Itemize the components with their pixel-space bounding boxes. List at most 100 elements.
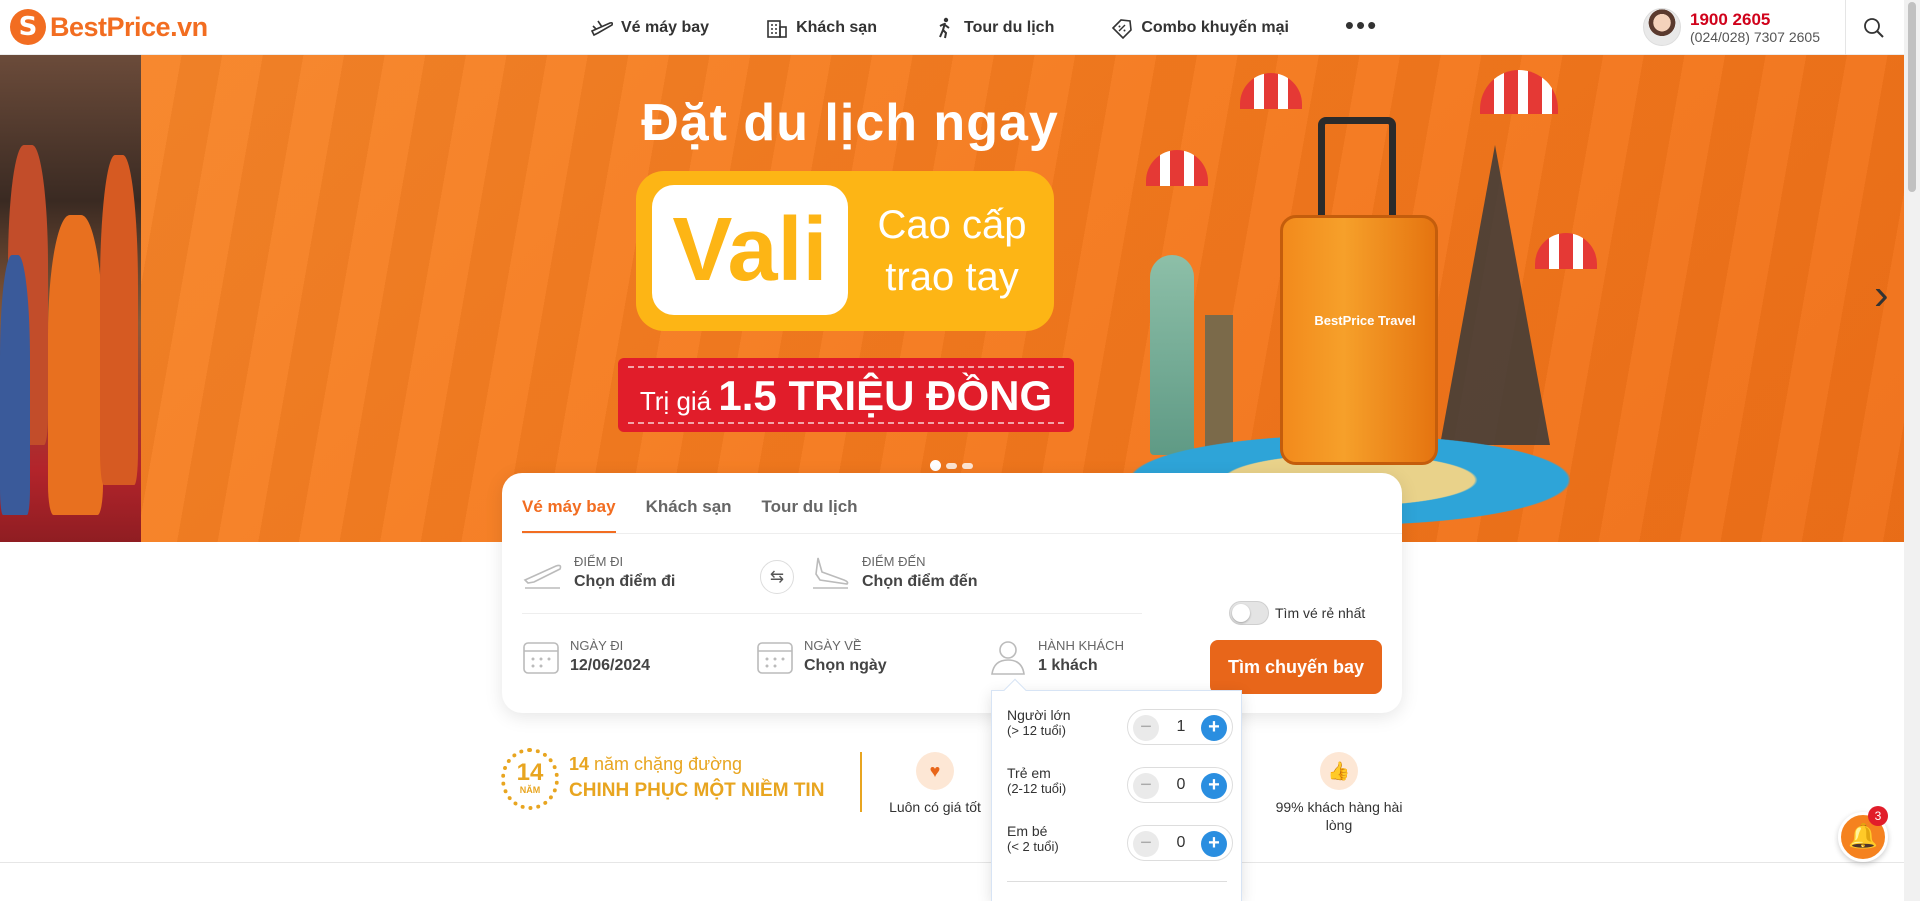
origin-label: ĐIỂM ĐI [574, 554, 624, 569]
landing-icon [813, 557, 849, 589]
stepper-value: 0 [1176, 776, 1186, 793]
minus-icon[interactable]: − [1133, 831, 1159, 857]
vali-text: Vali [652, 185, 848, 315]
hotline[interactable]: 1900 2605 (024/028) 7307 2605 [1643, 8, 1820, 46]
suitcase-illustration [1280, 215, 1438, 465]
stepper-value: 0 [1176, 834, 1186, 851]
team-photo [0, 55, 141, 542]
carousel-dot[interactable] [962, 462, 973, 469]
depart-label: NGÀY ĐI [570, 638, 624, 653]
laurel-icon: 14 NĂM [501, 748, 559, 810]
header-divider [1845, 0, 1846, 55]
laurel-number: 14 [516, 759, 544, 786]
passenger-value: 1 khách [1038, 657, 1098, 674]
origin-field[interactable]: ĐIỂM ĐI Chọn điểm đi [522, 553, 675, 593]
stepper-value: 1 [1176, 718, 1186, 735]
vali-promo-box: Vali Cao cấp trao tay [636, 171, 1054, 331]
page-scrollbar[interactable] [1904, 0, 1920, 901]
feature-satisfaction: 👍 99% khách hàng hài lòng [1270, 752, 1408, 834]
tabs-divider [522, 533, 1402, 534]
banner-headline: Đặt du lịch ngay [641, 94, 1059, 152]
calendar-icon [757, 642, 793, 674]
avatar [1643, 8, 1681, 46]
feature-best-price: ♥ Luôn có giá tốt [880, 752, 990, 816]
logo[interactable]: BestPrice.vn [10, 9, 208, 45]
eiffel-tower-illustration [1440, 145, 1550, 445]
tab-flights[interactable]: Vé máy bay [522, 497, 616, 534]
minus-icon[interactable]: − [1133, 715, 1159, 741]
laurel-caption: NĂM [519, 785, 541, 795]
calendar-icon [523, 642, 559, 674]
feature-divider [860, 752, 862, 812]
quantity-stepper: − 0 + [1127, 767, 1233, 803]
depart-value: 12/06/2024 [570, 657, 651, 674]
carousel-dot[interactable] [946, 462, 957, 469]
anniversary-slogan: CHINH PHỤC MỘT NIỀM TIN [569, 780, 825, 801]
cheapest-toggle-group: Tìm vé rẻ nhất [1229, 601, 1365, 625]
notification-count-badge: 3 [1868, 806, 1888, 826]
chevron-right-icon[interactable]: › [1874, 273, 1889, 317]
vali-caption-line1: Cao cấp [877, 203, 1027, 247]
plus-icon[interactable]: + [1201, 831, 1227, 857]
passenger-row-adult: Người lớn (> 12 tuổi) − 1 + [1007, 707, 1233, 757]
more-menu-icon[interactable]: ••• [1345, 10, 1378, 41]
passenger-row-child: Trẻ em (2-12 tuổi) − 0 + [1007, 765, 1233, 815]
logo-text: BestPrice.vn [50, 11, 208, 42]
nav-item-tours[interactable]: Tour du lịch [933, 17, 1054, 39]
tab-hotels[interactable]: Khách sạn [646, 497, 732, 534]
price-text: Trị giá 1.5 TRIỆU ĐỒNG [618, 372, 1074, 420]
plus-icon[interactable]: + [1201, 773, 1227, 799]
passenger-dropdown: Người lớn (> 12 tuổi) − 1 + Trẻ em (2-12… [991, 690, 1242, 901]
passenger-field[interactable]: HÀNH KHÁCH 1 khách [988, 637, 1124, 677]
anniversary-line1: 14 năm chặng đường [569, 752, 824, 776]
nav-item-flights[interactable]: Vé máy bay [590, 17, 709, 39]
statue-of-liberty-illustration [1150, 255, 1194, 455]
tab-tours[interactable]: Tour du lịch [762, 497, 858, 534]
hotline-secondary: (024/028) 7307 2605 [1690, 28, 1820, 45]
passenger-label: HÀNH KHÁCH [1038, 638, 1124, 653]
destination-label: ĐIỂM ĐẾN [862, 554, 926, 569]
price-value: 1.5 TRIỆU ĐỒNG [718, 372, 1053, 419]
hotel-icon [767, 19, 787, 38]
feature-label: Luôn có giá tốt [889, 799, 981, 815]
price-ribbon: Trị giá 1.5 TRIỆU ĐỒNG [618, 358, 1074, 432]
vali-caption-line2: trao tay [885, 255, 1019, 299]
site-header: BestPrice.vn Vé máy bay Khách sạn Tour d… [0, 0, 1904, 55]
nav-item-combo[interactable]: Combo khuyến mại [1110, 17, 1289, 39]
anniversary-badge: 14 NĂM 14 năm chặng đường CHINH PHỤC MỘT… [501, 748, 824, 810]
vali-caption: Cao cấp trao tay [862, 199, 1042, 303]
carousel-dots [930, 460, 973, 471]
anniversary-years: 14 [569, 754, 590, 774]
plane-icon [590, 20, 614, 36]
hero-banner[interactable]: Đặt du lịch ngay Vali Cao cấp trao tay T… [0, 55, 1904, 542]
destination-field[interactable]: ĐIỂM ĐẾN Chọn điểm đến [810, 553, 978, 593]
user-icon [991, 641, 1025, 675]
feature-label: 99% khách hàng hài lòng [1275, 799, 1403, 833]
price-prefix: Trị giá [639, 386, 712, 416]
search-tabs: Vé máy bay Khách sạn Tour du lịch [522, 497, 858, 534]
search-icon[interactable] [1862, 16, 1886, 40]
nav-label: Combo khuyến mại [1141, 18, 1289, 36]
origin-value: Chọn điểm đi [574, 573, 676, 590]
suitcase-handle [1318, 117, 1396, 219]
carousel-dot[interactable] [930, 460, 941, 471]
depart-date-field[interactable]: NGÀY ĐI 12/06/2024 [522, 637, 650, 677]
cheapest-toggle[interactable] [1229, 601, 1269, 625]
quantity-stepper: − 0 + [1127, 825, 1233, 861]
scrollbar-thumb[interactable] [1908, 2, 1916, 192]
discount-tag-icon [1112, 18, 1133, 39]
swap-icon[interactable]: ⇆ [760, 560, 794, 594]
return-date-field[interactable]: NGÀY VỀ Chọn ngày [756, 637, 887, 677]
nav-label: Khách sạn [796, 18, 877, 36]
row-divider [522, 613, 1142, 614]
search-flights-button[interactable]: Tìm chuyến bay [1210, 640, 1382, 694]
nav-item-hotels[interactable]: Khách sạn [765, 17, 877, 39]
hotline-number[interactable]: 1900 2605 [1690, 10, 1820, 29]
quantity-stepper: − 1 + [1127, 709, 1233, 745]
nav-label: Vé máy bay [621, 18, 710, 36]
price-tag-icon: ♥ [916, 752, 954, 790]
minus-icon[interactable]: − [1133, 773, 1159, 799]
plus-icon[interactable]: + [1201, 715, 1227, 741]
page: BestPrice.vn Vé máy bay Khách sạn Tour d… [0, 0, 1920, 901]
cheapest-toggle-label: Tìm vé rẻ nhất [1275, 605, 1366, 621]
